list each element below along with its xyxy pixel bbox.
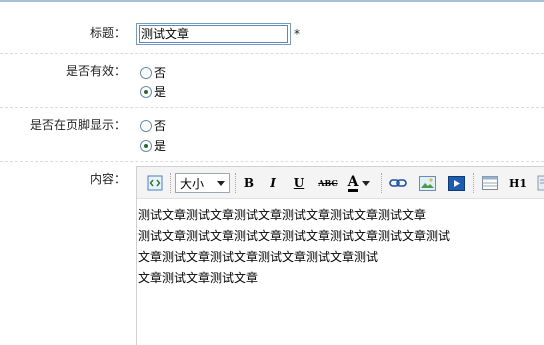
toolbar-separator: [381, 173, 382, 193]
video-icon[interactable]: [445, 172, 467, 194]
title-label: 标题：: [89, 26, 126, 40]
underline-button[interactable]: U: [291, 172, 307, 194]
required-mark: *: [294, 27, 300, 41]
title-input[interactable]: 测试文章: [136, 23, 291, 45]
font-size-select[interactable]: 大小: [175, 173, 230, 193]
footer-label: 是否在页脚显示：: [29, 118, 126, 132]
heading-button[interactable]: H1: [507, 172, 529, 194]
valid-radio-yes[interactable]: 是: [140, 83, 166, 100]
font-size-label: 大小: [180, 176, 205, 191]
rich-text-editor: 大小 B I U ABC A H1 测试文章测试文章测试文章测试文章测试文章测试…: [136, 166, 544, 345]
more-icon[interactable]: [535, 172, 544, 194]
footer-radio-yes[interactable]: 是: [140, 137, 166, 154]
toolbar-separator: [473, 173, 474, 193]
image-icon[interactable]: [416, 172, 438, 194]
link-icon[interactable]: [387, 172, 409, 194]
content-label: 内容：: [89, 172, 126, 186]
footer-row: 是否在页脚显示：: [0, 108, 544, 162]
chevron-down-icon: [217, 181, 225, 186]
table-icon[interactable]: [479, 172, 501, 194]
content-paragraph: 文章测试文章测试文章: [138, 271, 259, 285]
valid-radio-no[interactable]: 否: [140, 64, 166, 81]
editor-toolbar: 大小 B I U ABC A H1: [137, 167, 544, 199]
toolbar-separator: [170, 173, 171, 193]
footer-radio-no[interactable]: 否: [140, 117, 166, 134]
radio-label: 是: [154, 139, 167, 153]
font-color-letter: A: [347, 173, 359, 192]
content-paragraph: 测试文章测试文章测试文章测试文章测试文章测试文章测试: [138, 229, 451, 243]
radio-label: 否: [154, 66, 167, 80]
editor-content[interactable]: 测试文章测试文章测试文章测试文章测试文章测试文章 测试文章测试文章测试文章测试文…: [138, 205, 544, 289]
radio-circle-checked[interactable]: [140, 85, 152, 98]
source-code-icon[interactable]: [145, 172, 165, 194]
valid-label: 是否有效：: [65, 64, 126, 78]
title-input-value: 测试文章: [139, 25, 288, 43]
italic-button[interactable]: I: [265, 172, 281, 194]
radio-circle[interactable]: [140, 66, 152, 79]
bold-button[interactable]: B: [240, 172, 258, 194]
radio-circle-checked[interactable]: [140, 139, 152, 152]
toolbar-separator: [235, 173, 236, 193]
radio-label: 是: [154, 85, 167, 99]
content-paragraph: 测试文章测试文章测试文章测试文章测试文章测试文章: [138, 208, 427, 222]
radio-label: 否: [154, 119, 167, 133]
strikethrough-button[interactable]: ABC: [318, 172, 338, 194]
chevron-down-icon: [362, 180, 371, 186]
radio-circle[interactable]: [140, 119, 152, 132]
font-color-button[interactable]: A: [344, 172, 374, 194]
content-paragraph: 文章测试文章测试文章测试文章测试文章测试: [138, 250, 379, 264]
valid-row: 是否有效：: [0, 54, 544, 108]
